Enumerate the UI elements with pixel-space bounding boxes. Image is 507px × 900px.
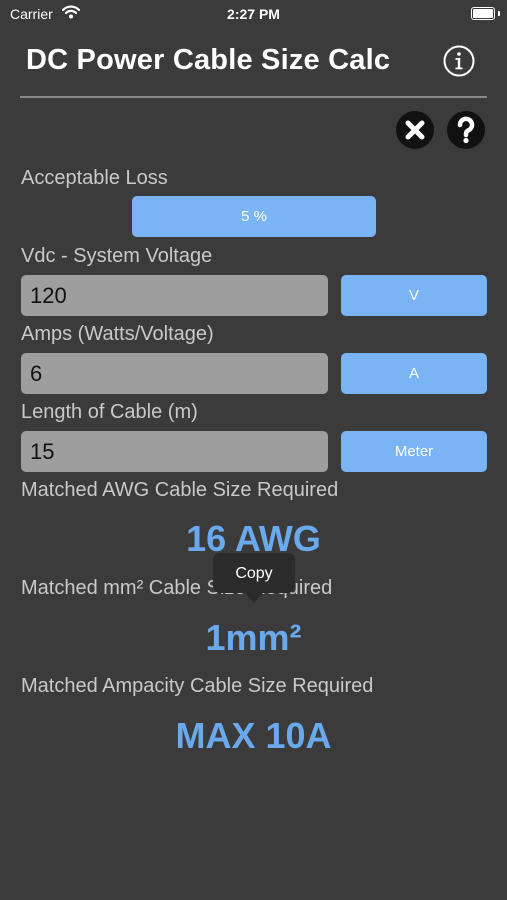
awg-result-label: Matched AWG Cable Size Required — [21, 479, 339, 501]
help-icon — [457, 116, 475, 144]
voltage-unit-button[interactable]: V — [341, 275, 487, 316]
tooltip-arrow — [245, 593, 263, 603]
battery-tip — [498, 11, 500, 16]
length-label: Length of Cable (m) — [21, 401, 198, 423]
length-unit-button[interactable]: Meter — [341, 431, 487, 472]
help-button[interactable] — [447, 111, 485, 149]
copy-tooltip[interactable]: Copy — [213, 553, 295, 593]
voltage-input[interactable]: 120 — [21, 275, 328, 316]
status-time: 2:27 PM — [227, 6, 280, 22]
ampacity-result-label: Matched Ampacity Cable Size Required — [21, 675, 374, 697]
amps-unit-button[interactable]: A — [341, 353, 487, 394]
header-divider — [20, 96, 487, 98]
clear-button[interactable] — [396, 111, 434, 149]
ampacity-result-value[interactable]: MAX 10A — [0, 715, 507, 757]
close-icon — [405, 120, 425, 140]
amps-label: Amps (Watts/Voltage) — [21, 323, 214, 345]
length-input[interactable]: 15 — [21, 431, 328, 472]
page-title: DC Power Cable Size Calc — [26, 44, 391, 76]
voltage-label: Vdc - System Voltage — [21, 245, 213, 267]
mm-result-value[interactable]: 1mm² — [0, 617, 507, 659]
status-bar: Carrier 2:27 PM — [0, 0, 507, 28]
acceptable-loss-label: Acceptable Loss — [21, 167, 168, 189]
amps-input[interactable]: 6 — [21, 353, 328, 394]
acceptable-loss-selector[interactable]: 5 % — [132, 196, 376, 237]
info-icon[interactable] — [443, 45, 475, 77]
battery-icon — [471, 7, 495, 20]
